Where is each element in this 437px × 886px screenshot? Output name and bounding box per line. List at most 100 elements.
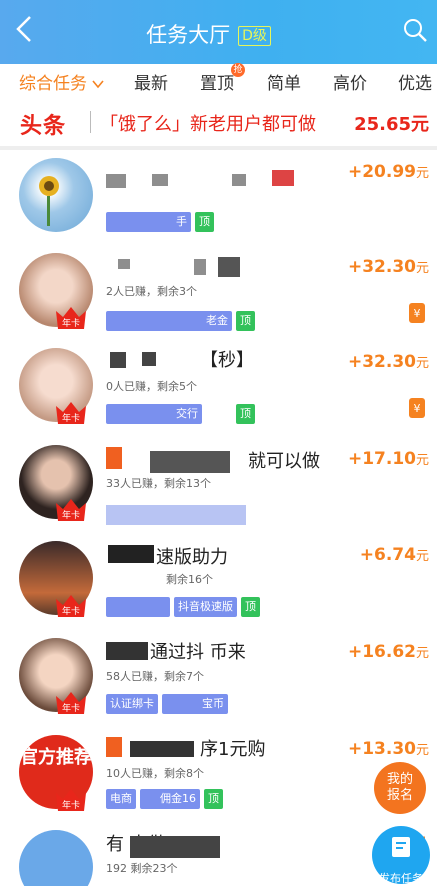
search-icon[interactable] — [403, 18, 427, 42]
fire-icon — [106, 737, 122, 757]
fab-label: 发布任务 — [379, 872, 423, 885]
tag-redacted — [106, 597, 170, 617]
price-value: +13.30 — [347, 739, 416, 759]
tab-pinned[interactable]: 置顶 抢 — [200, 63, 245, 94]
price-unit: 元 — [415, 743, 429, 758]
annual-card-badge: 年卡 — [54, 690, 88, 716]
badge-text: 年卡 — [62, 702, 80, 714]
fire-icon — [106, 447, 122, 469]
tag: 老金 — [106, 311, 232, 331]
tag-pinned: 顶 — [204, 789, 223, 809]
avatar — [19, 830, 93, 886]
headline-price: 25.65元 — [354, 114, 429, 135]
redacted — [218, 257, 240, 277]
task-price: +32.30元 — [348, 352, 429, 372]
tag-pinned: 顶 — [236, 311, 255, 331]
headline-text: 「饿了么」新老用户都可做 — [100, 114, 316, 135]
redacted — [232, 174, 246, 186]
avatar — [19, 158, 93, 232]
tag: 宝币 — [162, 694, 228, 714]
tab-preferred[interactable]: 优选 — [398, 69, 432, 94]
task-title: 序1元购 — [200, 739, 266, 760]
fab-label: 报名 — [386, 788, 413, 803]
tag-pinned: 顶 — [236, 404, 255, 424]
tag: 电商 — [106, 789, 136, 809]
tag-row: 老金顶 — [106, 311, 259, 331]
task-item[interactable]: 手顶 +20.99元 — [0, 150, 437, 246]
price-value: +32.30 — [347, 352, 416, 372]
redacted — [108, 545, 154, 563]
chevron-down-icon — [92, 74, 105, 94]
badge-text: 年卡 — [62, 509, 80, 521]
price-unit: 元 — [415, 646, 429, 661]
red-packet-icon: ¥ — [409, 398, 425, 418]
headline-banner[interactable]: 头条 「饿了么」新老用户都可做 25.65元 — [0, 98, 437, 146]
page-title-text: 任务大厅 — [146, 23, 231, 47]
annual-card-badge: 年卡 — [54, 593, 88, 619]
tab-high-price[interactable]: 高价 — [333, 69, 367, 94]
tag: 认证绑卡 — [106, 694, 158, 714]
task-title: 就可以做 — [248, 451, 320, 472]
tag: 佣金16 — [140, 789, 200, 809]
price-value: +32.30 — [347, 257, 416, 277]
task-title: 速版助力 — [156, 547, 228, 568]
divider — [90, 111, 91, 133]
redacted — [130, 836, 220, 858]
redacted — [194, 259, 206, 275]
red-packet-icon: ¥ — [409, 303, 425, 323]
redacted — [106, 642, 148, 660]
tab-label: 综合任务 — [19, 74, 87, 94]
task-title: 通过抖 币来 — [150, 642, 246, 663]
hot-dot: 抢 — [231, 63, 245, 77]
tab-comprehensive[interactable]: 综合任务 — [19, 69, 105, 94]
tag-row: 认证绑卡 宝币 — [106, 694, 232, 714]
task-item[interactable]: 年卡 就可以做 33人已赚，剩余13个 +17.10元 — [0, 437, 437, 533]
filter-tabs: 综合任务 最新 置顶 抢 简单 高价 优选 — [0, 63, 437, 98]
tab-newest[interactable]: 最新 — [134, 69, 168, 94]
tab-simple[interactable]: 简单 — [267, 69, 301, 94]
task-item[interactable]: 年卡 速版助力 剩余16个 抖音极速版顶 +6.74元 — [0, 533, 437, 629]
my-signup-button[interactable]: 我的 报名 — [374, 762, 426, 814]
tag-pinned: 顶 — [241, 597, 260, 617]
task-meta: 33人已赚，剩余13个 — [106, 477, 211, 490]
page-title: 任务大厅 D级 — [0, 19, 437, 49]
task-meta: 10人已赚，剩余8个 — [106, 767, 204, 780]
task-title: 【秒】 — [200, 350, 254, 371]
badge-text: 年卡 — [62, 412, 80, 424]
task-meta: 2人已赚，剩余3个 — [106, 285, 197, 298]
price-unit: 元 — [415, 549, 429, 564]
edit-icon — [392, 837, 410, 857]
annual-card-badge: 年卡 — [54, 305, 88, 331]
level-badge: D级 — [238, 26, 271, 46]
price-value: +20.99 — [347, 162, 416, 182]
badge-text: 年卡 — [62, 605, 80, 617]
fab-label: 我的 — [386, 772, 413, 787]
tag: 手 — [106, 212, 191, 232]
redacted-tags — [106, 505, 246, 525]
task-item[interactable]: 年卡 【秒】 0人已赚，剩余5个 交行 顶 +32.30元 ¥ — [0, 340, 437, 436]
redacted — [106, 174, 126, 188]
tag: 交行 — [106, 404, 202, 424]
badge-text: 年卡 — [62, 317, 80, 329]
task-item[interactable]: 年卡 通过抖 币来 58人已赚，剩余7个 认证绑卡 宝币 +16.62元 — [0, 630, 437, 726]
redacted — [150, 451, 230, 473]
price-value: +16.62 — [347, 642, 416, 662]
tag: 抖音极速版 — [174, 597, 237, 617]
tag-row: 交行 顶 — [106, 404, 259, 424]
headline-tag: 头条 — [20, 114, 67, 139]
task-item[interactable]: 年卡 2人已赚，剩余3个 老金顶 +32.30元 ¥ — [0, 245, 437, 341]
task-item[interactable]: 官方推荐 年卡 序1元购 10人已赚，剩余8个 电商 佣金16 顶 +13.30元 — [0, 727, 437, 823]
tag-row: 抖音极速版顶 — [106, 597, 264, 617]
price-value: +6.74 — [359, 545, 416, 565]
publish-task-button[interactable]: 发布任务 — [372, 826, 430, 885]
price-unit: 元 — [415, 356, 429, 371]
badge-text: 年卡 — [62, 799, 80, 811]
tag-pinned: 顶 — [195, 212, 214, 232]
price-value: +17.10 — [347, 449, 416, 469]
annual-card-badge: 年卡 — [54, 787, 88, 813]
tag-row: 电商 佣金16 顶 — [106, 789, 227, 809]
price-unit: 元 — [415, 453, 429, 468]
task-price: +20.99元 — [348, 162, 429, 182]
sunflower-icon — [39, 176, 59, 226]
tab-label: 置顶 — [200, 74, 234, 94]
